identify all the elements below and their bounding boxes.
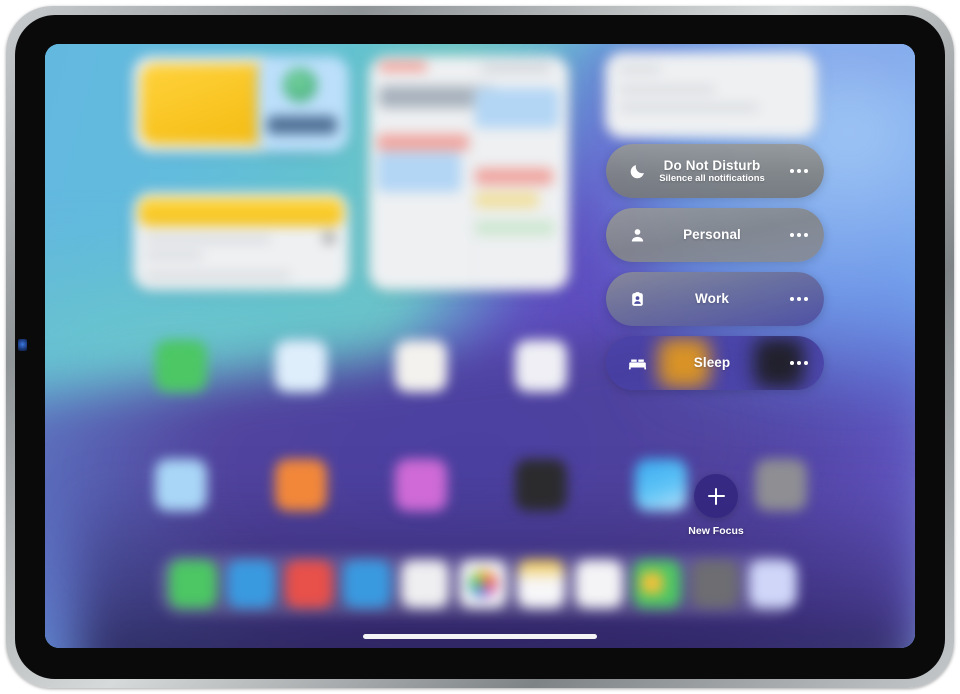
widget-calendar-event <box>475 192 539 208</box>
ellipsis-icon[interactable] <box>782 297 816 301</box>
app-icon-messages[interactable] <box>155 340 207 392</box>
app-icon-files[interactable] <box>395 340 447 392</box>
focus-option-work[interactable]: Work <box>606 272 824 326</box>
dock-icon-youtube[interactable] <box>285 560 333 608</box>
pill-labels: Sleep <box>642 355 782 370</box>
widget-reminders-header <box>139 198 343 226</box>
focus-option-label: Personal <box>683 227 741 243</box>
widget-contact-name <box>267 116 337 134</box>
dock-icon-files[interactable] <box>517 560 565 608</box>
widget-top-right[interactable] <box>605 52 817 138</box>
widget-calendar-col-head <box>481 64 551 72</box>
focus-picker-panel: Do Not Disturb Silence all notifications <box>606 144 824 564</box>
app-icon-music[interactable] <box>275 459 327 511</box>
dock-icon-appstore[interactable] <box>749 560 797 608</box>
app-icon-mail[interactable] <box>275 340 327 392</box>
pill-labels: Work <box>642 291 782 306</box>
ipad-screen: Do Not Disturb Silence all notifications <box>45 44 915 648</box>
screenshot-root: Do Not Disturb Silence all notifications <box>0 0 960 694</box>
widget-line <box>619 104 759 111</box>
app-icon-appstore[interactable] <box>155 459 207 511</box>
dock-icon-facetime[interactable] <box>169 560 217 608</box>
new-focus-control[interactable]: New Focus <box>688 474 744 537</box>
widget-line <box>619 66 661 73</box>
widget-calendar[interactable] <box>369 56 569 290</box>
focus-option-label: Work <box>695 291 729 307</box>
widget-calendar-event <box>377 134 469 151</box>
focus-option-label: Do Not Disturb <box>663 157 761 173</box>
focus-option-subtitle: Silence all notifications <box>659 172 765 184</box>
dock-icon-safari[interactable] <box>227 560 275 608</box>
widget-reminders-line <box>145 236 271 243</box>
app-icon-podcasts[interactable] <box>395 459 447 511</box>
new-focus-button[interactable] <box>694 474 738 518</box>
dock-icon-keynote[interactable] <box>575 560 623 608</box>
focus-option-personal[interactable]: Personal <box>606 208 824 262</box>
pill-labels: Do Not Disturb Silence all notifications <box>642 158 782 185</box>
widget-line <box>619 86 715 93</box>
dock-icon-messages[interactable] <box>343 560 391 608</box>
app-icon-photos[interactable] <box>515 340 567 392</box>
widget-calendar-event <box>377 152 461 192</box>
new-focus-label: New Focus <box>688 525 744 537</box>
home-indicator[interactable] <box>363 634 597 639</box>
widget-calendar-divider <box>473 62 474 284</box>
widget-reminders[interactable] <box>133 192 349 290</box>
pill-labels: Personal <box>642 227 782 242</box>
widget-calendar-event <box>475 220 555 236</box>
widget-reminders-badge <box>323 232 335 244</box>
camera-sensor-indicator-icon <box>18 339 27 351</box>
dock-icon-accent <box>641 572 663 594</box>
widget-contact-avatar <box>283 68 317 102</box>
focus-option-sleep[interactable]: Sleep <box>606 336 824 390</box>
dock-icon-photos-flower <box>469 570 497 598</box>
widget-reminders-line <box>145 272 291 279</box>
ellipsis-icon[interactable] <box>782 169 816 173</box>
widget-calendar-event <box>475 88 559 128</box>
dock-icon-notes[interactable] <box>401 560 449 608</box>
widget-reminders-line <box>145 252 203 259</box>
app-icon-settings[interactable] <box>515 459 567 511</box>
widget-calendar-event <box>475 168 553 185</box>
dock-icon-shortcuts[interactable] <box>691 560 739 608</box>
widget-calendar-date <box>379 62 427 71</box>
ellipsis-icon[interactable] <box>782 361 816 365</box>
plus-icon <box>707 487 725 505</box>
ellipsis-icon[interactable] <box>782 233 816 237</box>
widget-contact[interactable] <box>257 56 349 152</box>
focus-option-label: Sleep <box>693 355 731 371</box>
focus-option-do-not-disturb[interactable]: Do Not Disturb Silence all notifications <box>606 144 824 198</box>
